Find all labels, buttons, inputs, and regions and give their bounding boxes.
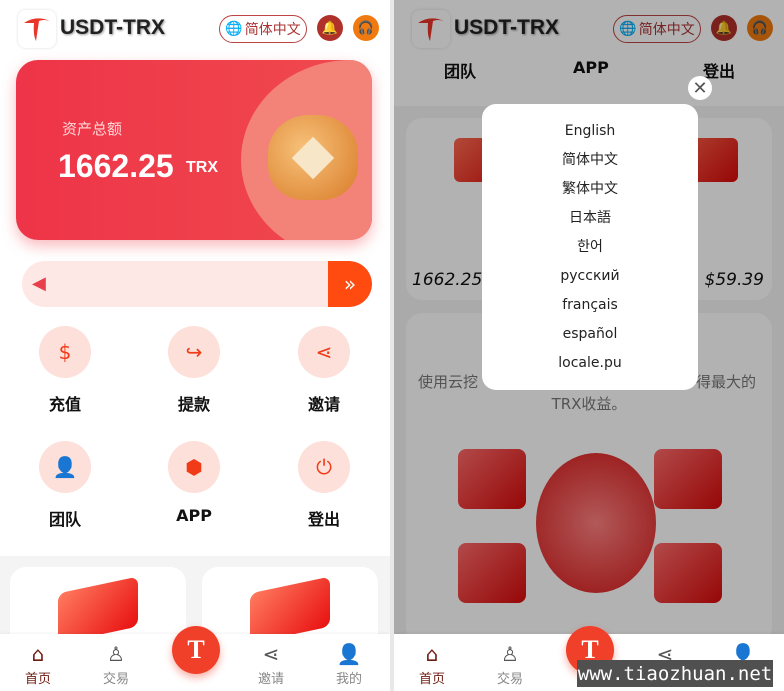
action-label: 登出 — [307, 510, 340, 529]
tab-label: 邀请 — [257, 672, 284, 687]
dollar-shield-icon: $ — [39, 326, 91, 378]
trade-icon: ♙ — [107, 642, 125, 666]
action-logout[interactable]: ⏻ 登出 — [274, 441, 374, 530]
language-option[interactable]: 简体中文 — [482, 150, 698, 179]
close-icon[interactable]: ✕ — [688, 76, 712, 100]
language-label: 简体中文 — [244, 22, 301, 38]
withdraw-arrow-icon: ↪ — [168, 326, 220, 378]
power-icon: ⏻ — [298, 441, 350, 493]
user-icon: 👤 — [336, 642, 362, 666]
action-label: 提款 — [177, 395, 210, 414]
home-screen: USDT-TRX 🌐 简体中文 🔔 🎧 资产总额 1662.25 TRX ◀ » … — [0, 0, 390, 691]
double-chevron-right-icon[interactable]: » — [328, 261, 372, 307]
header: USDT-TRX 🌐 简体中文 🔔 🎧 — [0, 0, 390, 60]
language-button[interactable]: 🌐 简体中文 — [219, 15, 307, 43]
trade-icon: ♙ — [501, 642, 519, 666]
share-icon: ⋖ — [262, 642, 280, 666]
language-option[interactable]: 한어 — [482, 237, 698, 266]
tab-label: 首页 — [24, 672, 51, 687]
share-icon: ⋖ — [298, 326, 350, 378]
action-label: 团队 — [48, 510, 81, 529]
tab-label: 首页 — [418, 672, 445, 687]
action-label: 充值 — [48, 395, 81, 414]
language-option[interactable]: English — [482, 121, 698, 150]
language-modal: English 简体中文 繁体中文 日本語 한어 русский françai… — [482, 104, 698, 390]
home-icon: ⌂ — [31, 642, 45, 666]
globe-icon: 🌐 — [225, 21, 243, 37]
action-invite[interactable]: ⋖ 邀请 — [274, 326, 374, 415]
app-title: USDT-TRX — [60, 16, 165, 39]
action-label: APP — [176, 506, 212, 525]
app-logo — [18, 10, 56, 48]
tab-invite[interactable]: ⋖ 邀请 — [241, 642, 301, 687]
action-team[interactable]: 👤 团队 — [15, 441, 115, 530]
notice-bar[interactable]: ◀ » — [22, 261, 372, 307]
tab-trade[interactable]: ♙ 交易 — [480, 642, 540, 687]
tab-label: 交易 — [102, 672, 129, 687]
center-logo-button[interactable]: T — [172, 626, 220, 674]
asset-unit: TRX — [186, 159, 218, 176]
language-screen: USDT-TRX 🌐 简体中文 🔔 🎧 团队 APP 登出 1662.257 ≈ … — [394, 0, 784, 691]
action-withdraw[interactable]: ↪ 提款 — [144, 326, 244, 415]
watermark: www.tiaozhuan.net — [577, 660, 773, 687]
language-option[interactable]: français — [482, 295, 698, 324]
action-app[interactable]: ⬢ APP — [144, 441, 244, 525]
tab-trade[interactable]: ♙ 交易 — [86, 642, 146, 687]
language-option[interactable]: 日本語 — [482, 208, 698, 237]
language-option[interactable]: русский — [482, 266, 698, 295]
asset-label: 资产总额 — [62, 120, 123, 138]
bell-icon[interactable]: 🔔 — [317, 15, 343, 41]
action-label: 邀请 — [307, 395, 340, 414]
asset-value: 1662.25 — [58, 148, 174, 184]
tab-mine[interactable]: 👤 我的 — [319, 642, 379, 687]
tab-home[interactable]: ⌂ 首页 — [8, 642, 68, 687]
tab-label: 我的 — [335, 672, 362, 687]
home-icon: ⌂ — [425, 642, 439, 666]
language-option[interactable]: 繁体中文 — [482, 179, 698, 208]
tab-label: 交易 — [496, 672, 523, 687]
language-option[interactable]: español — [482, 324, 698, 353]
asset-card: 资产总额 1662.25 TRX — [16, 60, 372, 240]
speaker-icon: ◀ — [32, 273, 46, 294]
cube-icon: ⬢ — [168, 441, 220, 493]
tab-home[interactable]: ⌂ 首页 — [402, 642, 462, 687]
team-icon: 👤 — [39, 441, 91, 493]
language-option[interactable]: locale.pu — [482, 353, 698, 382]
money-bag-icon — [268, 115, 358, 200]
headset-icon[interactable]: 🎧 — [353, 15, 379, 41]
action-recharge[interactable]: $ 充值 — [15, 326, 115, 415]
